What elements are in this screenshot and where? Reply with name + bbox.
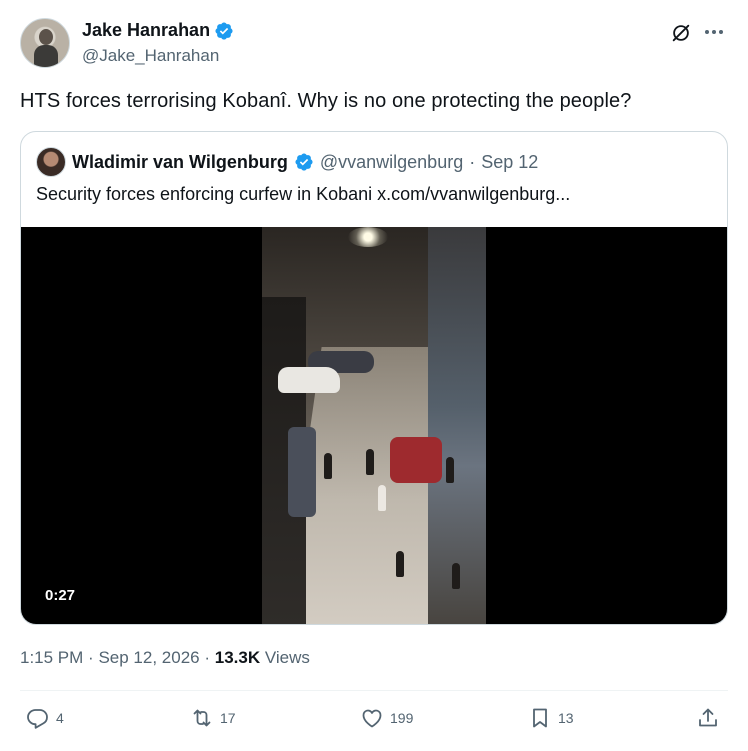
meta-separator: · [88,648,94,667]
quoted-separator: · [469,151,476,172]
views-label: Views [264,648,310,667]
video-duration: 0:27 [45,587,76,604]
repost-icon [193,709,211,727]
tweet-text: HTS forces terrorising Kobanî. Why is no… [20,90,632,112]
share-button[interactable] [696,706,720,730]
author-name-row: Jake Hanrahan [82,20,234,41]
video-frame [262,227,486,624]
tweet-header: Jake Hanrahan @Jake_Hanrahan [20,18,728,70]
video-person [366,449,374,475]
like-button[interactable]: 199 [360,706,413,730]
quoted-handle[interactable]: @vvanwilgenburg [320,152,463,173]
video-car [288,427,316,517]
share-icon [699,708,717,727]
tweet-meta: 1:15 PM · Sep 12, 2026 · 13.3K Views [20,648,310,668]
action-bar: 4 17 199 13 [20,706,728,736]
meta-separator: · [204,648,211,667]
author-handle[interactable]: @Jake_Hanrahan [82,46,219,66]
quoted-tweet[interactable]: Wladimir van Wilgenburg @vvanwilgenburg … [20,131,728,625]
video-streetlight [348,227,388,247]
video-person [446,457,454,483]
quoted-text: Security forces enforcing curfew in Koba… [36,184,571,204]
tweet-time[interactable]: 1:15 PM [20,648,83,667]
quoted-date[interactable]: Sep 12 [481,152,538,173]
bookmark-button[interactable]: 13 [528,706,574,730]
reply-count: 4 [56,710,64,726]
heart-icon [362,709,382,728]
tweet-date[interactable]: Sep 12, 2026 [98,648,199,667]
verified-badge-icon [295,153,313,171]
video-person [324,453,332,479]
video-person [378,485,386,511]
more-dot [705,30,709,34]
more-dot [719,30,723,34]
quoted-avatar[interactable] [36,147,66,177]
grok-icon[interactable] [670,22,692,44]
views-count: 13.3K [214,648,261,667]
avatar-head [39,29,53,45]
author-display-name[interactable]: Jake Hanrahan [82,20,210,41]
more-icon[interactable] [702,20,726,44]
like-count: 199 [390,710,414,726]
quoted-tweet-header: Wladimir van Wilgenburg @vvanwilgenburg … [36,147,538,177]
quoted-display-name[interactable]: Wladimir van Wilgenburg [72,152,288,173]
reply-button[interactable]: 4 [26,706,64,730]
repost-button[interactable]: 17 [190,706,236,730]
bookmark-count: 13 [558,710,574,726]
more-dot [712,30,716,34]
video-player[interactable]: 0:27 [21,227,727,624]
repost-count: 17 [220,710,236,726]
avatar-body [34,45,58,67]
video-person [396,551,404,577]
reply-icon [27,709,48,729]
avatar[interactable] [20,18,70,68]
video-car [278,367,340,393]
video-person [452,563,460,589]
verified-badge-icon [215,21,233,40]
divider [20,690,728,691]
bookmark-icon [533,708,547,728]
video-car [390,437,442,483]
